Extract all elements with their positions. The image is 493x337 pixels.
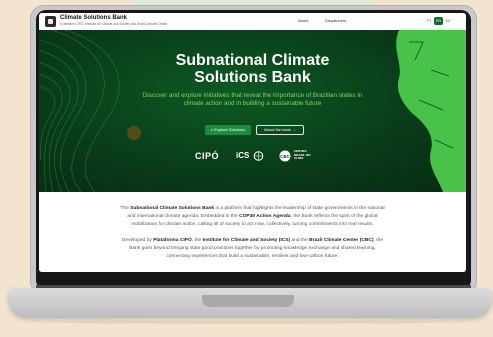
brand-title[interactable]: Climate Solutions Bank: [60, 15, 127, 21]
ics-logo[interactable]: iCS: [236, 151, 265, 161]
language-option-es[interactable]: ES: [444, 17, 452, 25]
cipo-logo[interactable]: CIPÓ: [195, 151, 219, 161]
laptop-shadow: [26, 318, 472, 324]
about-the-bank-label: About the bank: [263, 127, 291, 132]
top-navigation: Climate Solutions Bank A Initiative CIPÓ…: [39, 13, 466, 31]
brand-subtitle: A Initiative CIPÓ, Institute for Climate…: [60, 22, 168, 26]
about-the-bank-button[interactable]: About the bank →: [256, 125, 304, 135]
explore-solutions-button[interactable]: ⌕ Explore Solutions: [205, 125, 251, 135]
glow-spot-decoration: [127, 126, 141, 140]
about-paragraph-2: Developed by Plataforma CIPÓ, the Instit…: [121, 238, 384, 259]
ics-globe-icon: [253, 151, 263, 161]
svg-text:CBC: CBC: [280, 154, 290, 159]
laptop-notch: [202, 295, 294, 307]
hero-title-line-1: Subnational Climate: [175, 52, 330, 69]
hero-banner: Subnational Climate Solutions Bank Disco…: [39, 30, 466, 192]
bank-logo-icon[interactable]: [45, 16, 56, 27]
hero-subtitle: Discover and explore initiatives that re…: [142, 92, 363, 107]
nav-link-about[interactable]: About: [298, 18, 308, 23]
ics-logo-text: iCS: [236, 151, 250, 161]
nav-link-dispatchers[interactable]: Dispatchers: [325, 18, 346, 23]
explore-solutions-label: Explore Solutions: [214, 127, 246, 132]
browser-screen: Climate Solutions Bank A Initiative CIPÓ…: [39, 13, 466, 272]
language-option-pt[interactable]: PT: [425, 17, 433, 25]
about-section: The Subnational Climate Solutions Bank i…: [39, 192, 466, 272]
language-option-en[interactable]: EN: [434, 17, 443, 25]
csc-logo-icon[interactable]: CBC: [279, 150, 291, 162]
csc-logo-text: CENTRO BRASIL NO CLIMA: [294, 149, 311, 161]
hero-title-line-2: Solutions Bank: [194, 69, 311, 86]
hero-title: Subnational Climate Solutions Bank: [39, 52, 466, 86]
arrow-right-icon: →: [290, 127, 297, 132]
about-paragraph-1: The Subnational Climate Solutions Bank i…: [120, 206, 385, 227]
